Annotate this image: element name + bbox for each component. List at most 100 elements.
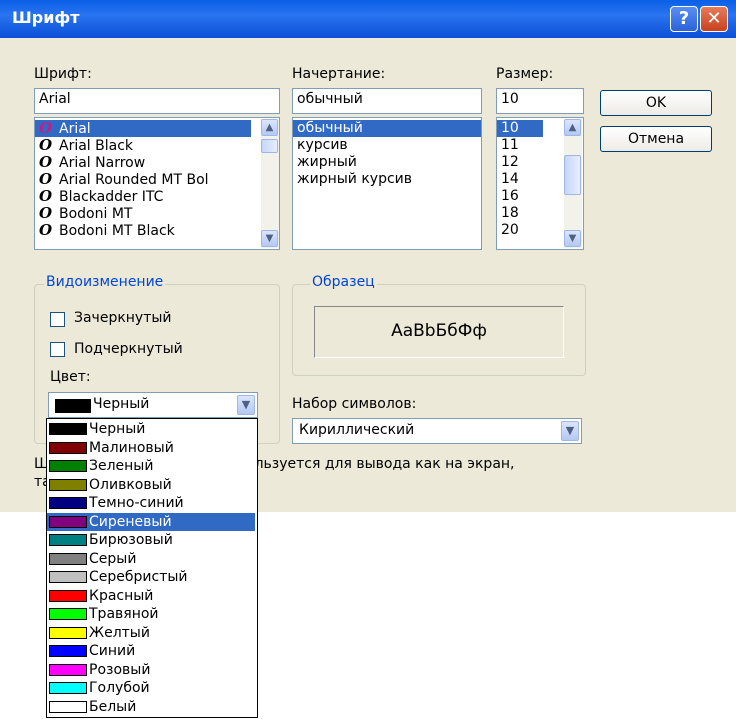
size-list-item[interactable]: 12 bbox=[497, 154, 543, 171]
color-swatch bbox=[49, 478, 87, 491]
color-option-label: Желтый bbox=[89, 624, 150, 641]
style-list-item[interactable]: жирный bbox=[293, 154, 481, 171]
size-listbox[interactable]: 10 11 12 14 16 18 20 ▲ ▼ bbox=[496, 117, 584, 250]
style-input[interactable]: обычный bbox=[292, 88, 482, 114]
color-option[interactable]: Серебристый bbox=[47, 568, 255, 586]
font-list-item-label: Bodoni MT bbox=[59, 206, 133, 222]
strikeout-checkbox[interactable] bbox=[50, 312, 65, 327]
color-option-label: Красный bbox=[89, 587, 154, 604]
color-option-label: Синий bbox=[89, 643, 136, 659]
size-input[interactable]: 10 bbox=[496, 88, 584, 114]
close-button[interactable]: ✕ bbox=[700, 6, 728, 32]
font-list-item[interactable]: O Bodoni MT Black bbox=[35, 222, 251, 240]
color-option[interactable]: Темно-синий bbox=[47, 494, 255, 512]
color-option[interactable]: Красный bbox=[47, 587, 255, 605]
size-list-item[interactable]: 18 bbox=[497, 205, 543, 222]
scroll-up-icon[interactable]: ▲ bbox=[261, 119, 278, 136]
scroll-down-icon[interactable]: ▼ bbox=[564, 230, 581, 247]
cancel-button[interactable]: Отмена bbox=[600, 126, 712, 152]
size-list-item[interactable]: 16 bbox=[497, 188, 543, 205]
color-option[interactable]: Белый bbox=[47, 698, 255, 716]
color-swatch bbox=[49, 460, 87, 472]
color-swatch bbox=[49, 645, 87, 657]
color-option[interactable]: Серый bbox=[47, 550, 255, 568]
size-list-item[interactable]: 11 bbox=[497, 137, 543, 154]
color-option[interactable]: Малиновый bbox=[47, 439, 255, 457]
color-option-label: Малиновый bbox=[89, 439, 174, 456]
help-icon: ? bbox=[678, 8, 690, 29]
style-list-item[interactable]: обычный bbox=[293, 120, 481, 137]
style-list-item[interactable]: жирный курсив bbox=[293, 171, 481, 188]
font-listbox[interactable]: O Arial O Arial Black O Arial Narrow O Arial Ro… bbox=[34, 117, 280, 250]
title-bar bbox=[0, 0, 736, 38]
font-list-item-label: Arial Rounded MT Bol bbox=[59, 172, 209, 188]
color-option[interactable]: Оливковый bbox=[47, 476, 255, 494]
sample-preview: AaBbБбФф bbox=[314, 306, 564, 358]
font-list-item-label: Arial bbox=[59, 121, 91, 137]
color-swatch bbox=[49, 534, 87, 546]
size-list-item[interactable]: 20 bbox=[497, 222, 543, 239]
strikeout-label: Зачеркнутый bbox=[74, 310, 172, 326]
ok-button[interactable]: OK bbox=[600, 90, 712, 116]
font-list-item-label: Bodoni MT Black bbox=[59, 223, 175, 239]
font-list-item[interactable]: O Arial Black bbox=[35, 137, 251, 155]
opentype-icon: O bbox=[39, 153, 53, 171]
charset-select[interactable]: Кириллический ▼ bbox=[292, 418, 582, 444]
color-option[interactable]: Зеленый bbox=[47, 457, 255, 475]
color-swatch bbox=[49, 552, 87, 565]
color-option[interactable]: Бирюзовый bbox=[47, 531, 255, 549]
color-dropdown-list[interactable]: Черный Малиновый Зеленый Оливковый Темно-син… bbox=[46, 418, 258, 718]
color-option[interactable]: Голубой bbox=[47, 679, 255, 697]
font-list-item[interactable]: O Arial bbox=[35, 120, 251, 137]
font-list-item-label: Arial Black bbox=[59, 138, 134, 154]
underline-checkbox[interactable] bbox=[50, 342, 65, 357]
charset-label: Набор символов: bbox=[292, 396, 417, 412]
color-option-label: Сиреневый bbox=[89, 513, 172, 530]
color-swatch bbox=[49, 589, 87, 602]
font-list-item[interactable]: O Arial Narrow bbox=[35, 153, 251, 172]
font-label: Шрифт: bbox=[34, 66, 92, 82]
color-option[interactable]: Розовый bbox=[47, 661, 255, 679]
color-option-label: Розовый bbox=[89, 661, 151, 678]
scroll-thumb[interactable] bbox=[261, 139, 278, 153]
hint-text: ользуется для вывода как на экран, bbox=[246, 456, 515, 472]
window-title: Шрифт bbox=[12, 8, 80, 27]
scroll-down-icon[interactable]: ▼ bbox=[261, 230, 278, 247]
font-list-item[interactable]: O Arial Rounded MT Bol bbox=[35, 171, 251, 189]
size-list-item[interactable]: 14 bbox=[497, 171, 543, 188]
color-swatch bbox=[49, 571, 87, 583]
font-name-input[interactable]: Arial bbox=[34, 88, 280, 114]
color-label: Цвет: bbox=[50, 369, 91, 385]
color-option[interactable]: Желтый bbox=[47, 624, 255, 642]
color-option[interactable]: Черный bbox=[47, 420, 255, 438]
help-button[interactable]: ? bbox=[670, 6, 698, 32]
font-list-item[interactable]: O Blackadder ITC bbox=[35, 188, 251, 206]
charset-value: Кириллический bbox=[299, 422, 415, 438]
chevron-down-icon[interactable]: ▼ bbox=[561, 421, 579, 441]
color-swatch bbox=[49, 497, 87, 509]
color-option[interactable]: Синий bbox=[47, 642, 255, 660]
chevron-down-icon[interactable]: ▼ bbox=[237, 395, 255, 415]
color-option-label: Бирюзовый bbox=[89, 532, 173, 548]
size-list-item[interactable]: 10 bbox=[497, 120, 543, 137]
sample-group-label: Образец bbox=[310, 274, 377, 290]
color-option-label: Зеленый bbox=[89, 458, 154, 474]
font-list-item-label: Blackadder ITC bbox=[59, 189, 164, 205]
color-option[interactable]: Травяной bbox=[47, 605, 255, 623]
underline-label: Подчеркнутый bbox=[74, 341, 183, 357]
font-list-item[interactable]: O Bodoni MT bbox=[35, 205, 251, 223]
scroll-thumb[interactable] bbox=[564, 155, 581, 195]
size-scrollbar[interactable]: ▲ ▼ bbox=[564, 119, 582, 248]
color-option-label: Оливковый bbox=[89, 476, 172, 493]
style-listbox[interactable]: обычный курсив жирный жирный курсив bbox=[292, 117, 482, 250]
color-option-label: Голубой bbox=[89, 680, 150, 696]
scroll-up-icon[interactable]: ▲ bbox=[564, 119, 581, 136]
effects-group-label: Видоизменение bbox=[44, 274, 166, 290]
color-option[interactable]: Сиреневый bbox=[47, 512, 255, 531]
color-option-label: Черный bbox=[89, 421, 146, 437]
font-scrollbar[interactable]: ▲ ▼ bbox=[261, 119, 279, 248]
style-list-item[interactable]: курсив bbox=[293, 137, 481, 154]
color-option-label: Серый bbox=[89, 550, 137, 567]
color-select[interactable]: Черный ▼ bbox=[48, 392, 258, 418]
color-select-value: Черный bbox=[93, 396, 150, 412]
